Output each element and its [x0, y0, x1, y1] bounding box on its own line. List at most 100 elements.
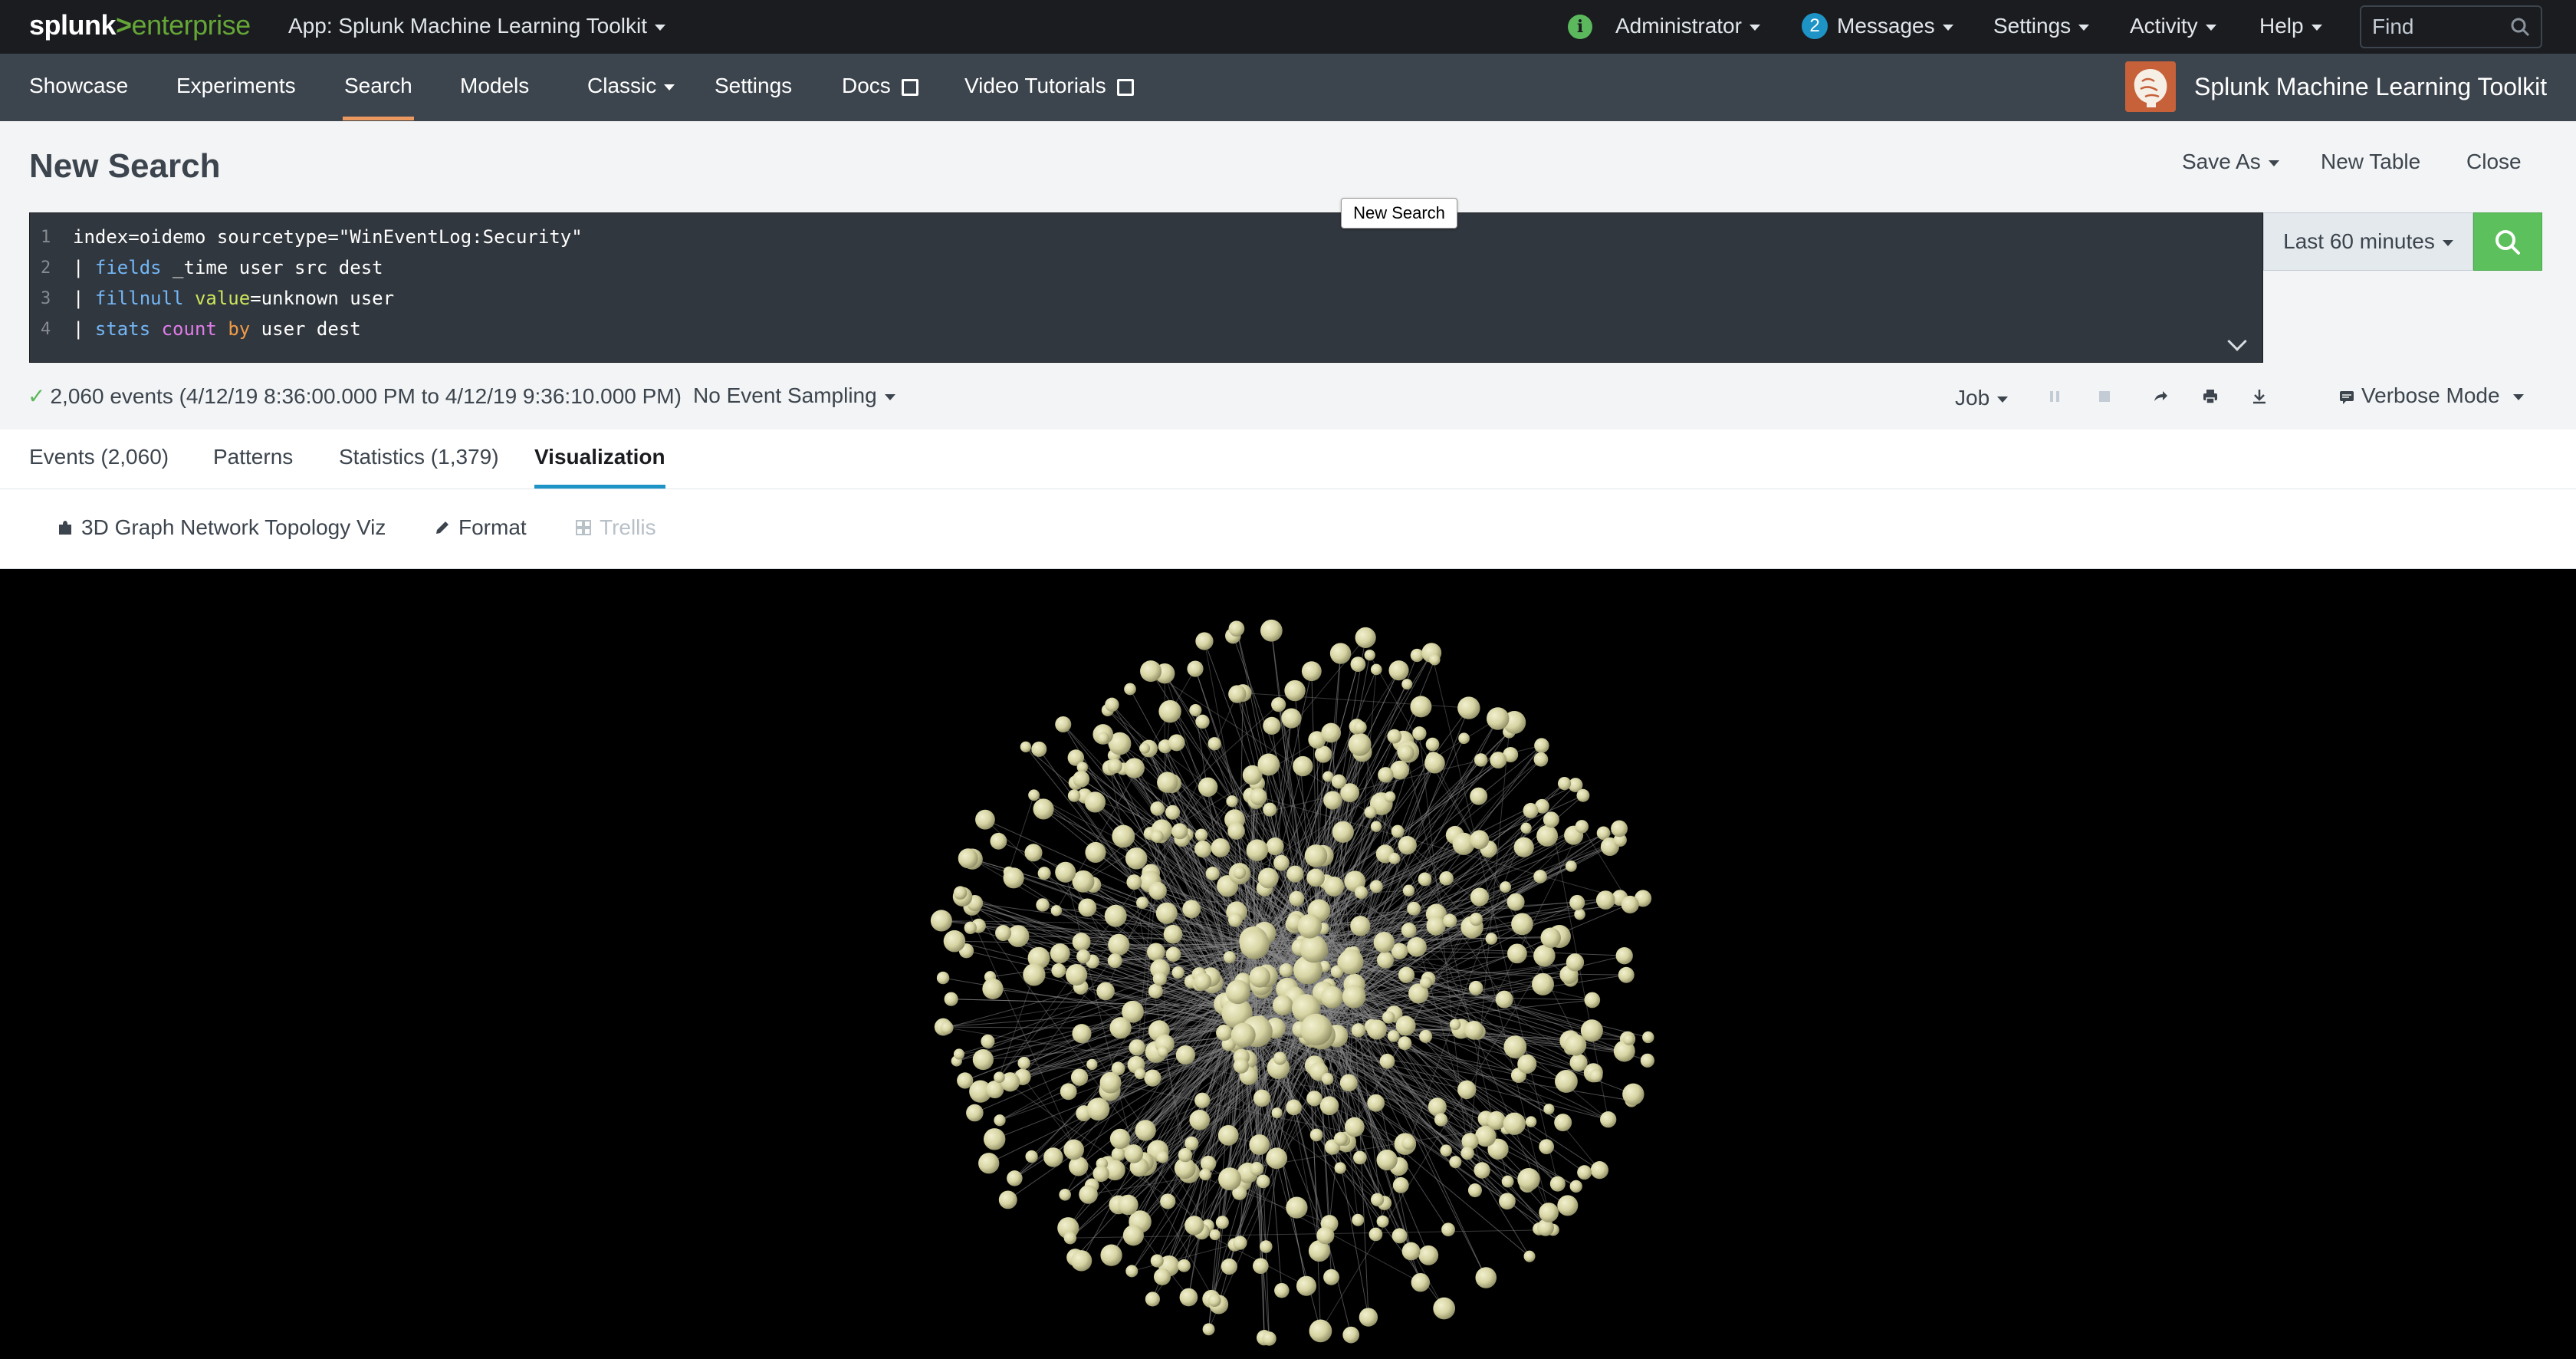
graph-node[interactable]: [1003, 867, 1024, 889]
graph-node[interactable]: [1428, 1097, 1447, 1117]
graph-node[interactable]: [1200, 1155, 1217, 1172]
graph-node[interactable]: [1148, 983, 1163, 999]
graph-node[interactable]: [1379, 1053, 1395, 1069]
splunk-logo[interactable]: splunk>enterprise: [29, 9, 251, 41]
graph-node[interactable]: [1043, 1147, 1063, 1167]
graph-node[interactable]: [1575, 820, 1589, 834]
graph-node[interactable]: [1055, 861, 1076, 883]
graph-node[interactable]: [1321, 1072, 1334, 1085]
graph-node[interactable]: [1189, 1110, 1211, 1130]
graph-node[interactable]: [1351, 1023, 1366, 1038]
graph-node[interactable]: [1342, 1326, 1360, 1344]
graph-node[interactable]: [1412, 726, 1427, 741]
graph-node[interactable]: [1401, 679, 1413, 690]
graph-node[interactable]: [1589, 1069, 1603, 1083]
graph-node[interactable]: [1140, 660, 1162, 683]
graph-node[interactable]: [1239, 929, 1270, 959]
graph-node[interactable]: [964, 921, 977, 934]
find-search-box[interactable]: [2360, 5, 2542, 48]
graph-node[interactable]: [1543, 811, 1559, 828]
graph-node[interactable]: [1097, 732, 1109, 744]
graph-node[interactable]: [1621, 895, 1639, 914]
nav-docs[interactable]: Docs: [842, 74, 918, 98]
graph-node[interactable]: [1289, 890, 1305, 907]
find-input[interactable]: [2372, 15, 2502, 39]
tab-patterns[interactable]: Patterns: [213, 445, 293, 469]
search-mode-menu[interactable]: Verbose Mode: [2338, 383, 2524, 408]
graph-node[interactable]: [1260, 1240, 1273, 1253]
graph-node[interactable]: [1367, 1094, 1385, 1112]
graph-node[interactable]: [1577, 1165, 1592, 1180]
graph-node[interactable]: [1031, 741, 1047, 757]
graph-node[interactable]: [1109, 1128, 1131, 1150]
graph-node[interactable]: [1470, 887, 1490, 907]
graph-node[interactable]: [1370, 821, 1382, 832]
graph-node[interactable]: [1163, 924, 1183, 944]
nav-video-tutorials[interactable]: Video Tutorials: [964, 74, 1134, 98]
graph-node[interactable]: [1425, 737, 1440, 752]
graph-node[interactable]: [1070, 1250, 1092, 1272]
graph-node[interactable]: [1107, 758, 1122, 774]
graph-node[interactable]: [1134, 1068, 1146, 1080]
editor-line-2[interactable]: 2 | fields _time user src dest: [30, 252, 383, 283]
graph-node[interactable]: [1333, 1131, 1348, 1146]
graph-node[interactable]: [1467, 1183, 1482, 1198]
graph-node[interactable]: [936, 971, 950, 985]
graph-node[interactable]: [1036, 898, 1050, 912]
graph-node[interactable]: [1125, 1265, 1138, 1278]
graph-node[interactable]: [1388, 660, 1409, 681]
graph-node[interactable]: [1059, 1188, 1072, 1201]
graph-node[interactable]: [1495, 990, 1513, 1009]
graph-node[interactable]: [1539, 1203, 1559, 1222]
graph-node[interactable]: [1503, 1112, 1526, 1135]
graph-node[interactable]: [1104, 904, 1127, 927]
graph-node[interactable]: [1323, 1269, 1339, 1285]
graph-node[interactable]: [1171, 823, 1188, 840]
graph-node[interactable]: [1470, 787, 1488, 805]
messages-menu[interactable]: Messages: [1837, 14, 1953, 38]
graph-node[interactable]: [1539, 1139, 1555, 1155]
graph-node[interactable]: [1475, 1267, 1497, 1288]
graph-node[interactable]: [1457, 696, 1480, 719]
graph-node[interactable]: [1225, 979, 1250, 1005]
graph-node[interactable]: [1279, 963, 1293, 978]
graph-node[interactable]: [1300, 1013, 1332, 1046]
graph-node[interactable]: [1157, 772, 1178, 793]
editor-line-4[interactable]: 4 | stats count by user dest: [30, 314, 361, 344]
graph-node[interactable]: [1136, 897, 1149, 910]
trellis-button[interactable]: Trellis: [575, 515, 656, 540]
graph-node[interactable]: [1342, 985, 1366, 1009]
graph-node[interactable]: [1198, 777, 1218, 797]
graph-node[interactable]: [1373, 932, 1395, 953]
graph-node[interactable]: [1439, 870, 1454, 886]
graph-node[interactable]: [1073, 770, 1090, 788]
graph-node[interactable]: [1517, 1167, 1540, 1191]
graph-node[interactable]: [1060, 1083, 1077, 1101]
export-icon[interactable]: [2250, 387, 2269, 406]
graph-node[interactable]: [1263, 802, 1277, 817]
graph-node[interactable]: [930, 910, 952, 932]
activity-menu[interactable]: Activity: [2130, 14, 2216, 38]
graph-node[interactable]: [1260, 619, 1283, 642]
graph-node[interactable]: [1293, 755, 1313, 777]
graph-node[interactable]: [1569, 894, 1585, 911]
graph-node[interactable]: [1156, 1150, 1169, 1163]
graph-node[interactable]: [1331, 774, 1346, 789]
graph-node[interactable]: [981, 1034, 995, 1048]
graph-node[interactable]: [1370, 1193, 1385, 1206]
graph-node[interactable]: [1051, 963, 1066, 978]
graph-node[interactable]: [1024, 844, 1043, 862]
graph-node[interactable]: [1223, 951, 1236, 964]
graph-node[interactable]: [1513, 837, 1534, 857]
settings-menu[interactable]: Settings: [1993, 14, 2089, 38]
graph-node[interactable]: [1525, 1116, 1537, 1127]
graph-node[interactable]: [1622, 1083, 1644, 1106]
graph-node[interactable]: [1253, 1258, 1269, 1274]
graph-node[interactable]: [1402, 884, 1415, 897]
graph-node[interactable]: [1124, 683, 1136, 696]
graph-node[interactable]: [994, 1071, 1005, 1084]
graph-node[interactable]: [1253, 1089, 1271, 1107]
graph-node[interactable]: [1469, 913, 1483, 926]
graph-node[interactable]: [1348, 732, 1372, 756]
graph-node[interactable]: [1050, 905, 1063, 916]
